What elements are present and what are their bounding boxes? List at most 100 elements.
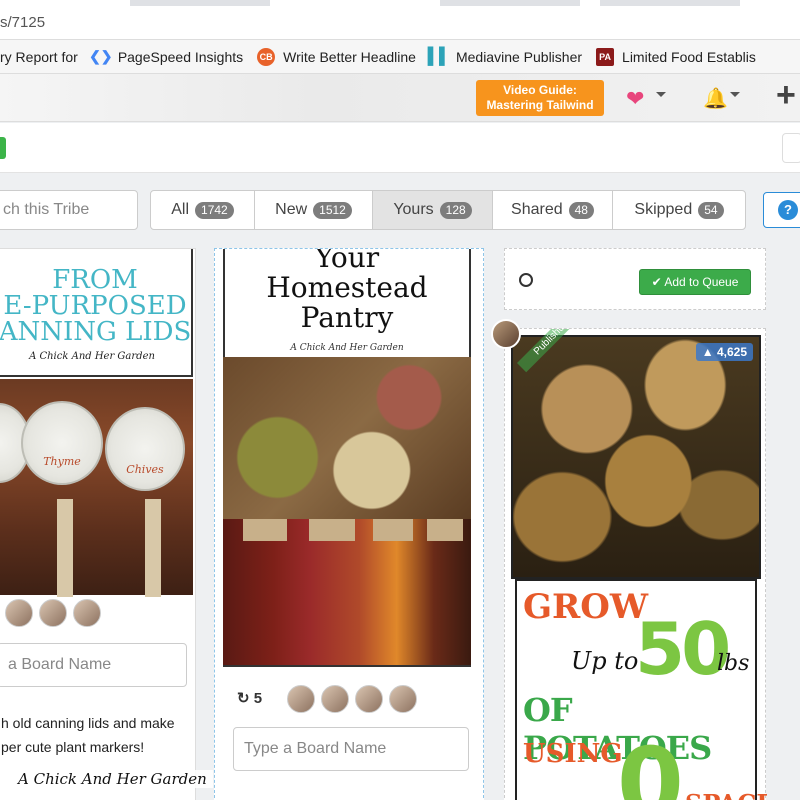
- green-button-edge[interactable]: [0, 137, 6, 159]
- pin-text-space: SPACE: [685, 789, 767, 800]
- count-badge: 48: [568, 201, 594, 219]
- pin-title-line: ANNING LIDS: [0, 317, 192, 347]
- pin-title-graphic: Your Homestead Pantry A Chick And Her Ga…: [223, 249, 471, 357]
- bookmark-label: PageSpeed Insights: [117, 48, 244, 65]
- video-guide-button[interactable]: Video Guide: Mastering Tailwind: [476, 80, 604, 116]
- pin-title-line: Homestead: [266, 271, 428, 304]
- avatar[interactable]: [287, 685, 315, 713]
- pin-text-using: USING: [523, 739, 623, 769]
- tab-label: All: [171, 201, 190, 218]
- pin-title-graphic: FROM E-PURPOSED ANNING LIDS A Chick And …: [0, 249, 193, 377]
- pin-card: Published ▲ 4,625 GROW Up to 50 lbs OF P…: [491, 319, 767, 800]
- count-badge: 1512: [313, 201, 352, 219]
- pin-card: Your Homestead Pantry A Chick And Her Ga…: [214, 248, 484, 800]
- pin-image[interactable]: Your Homestead Pantry A Chick And Her Ga…: [215, 249, 481, 669]
- heart-icon[interactable]: ❤: [626, 86, 644, 112]
- board-name-input[interactable]: Type a Board Name: [233, 727, 469, 771]
- sub-header: [0, 123, 800, 173]
- pinner-avatars: [287, 685, 423, 713]
- tab-label: Yours: [393, 201, 434, 218]
- tribe-search-input[interactable]: ch this Tribe: [0, 190, 138, 230]
- repin-count: ↻ 5: [237, 689, 262, 707]
- bookmark-label: Limited Food Establis: [622, 48, 756, 65]
- help-button[interactable]: ?: [763, 192, 800, 228]
- tab-yours[interactable]: Yours 128: [373, 191, 493, 229]
- bell-icon[interactable]: 🔔: [703, 86, 728, 111]
- avatar[interactable]: [73, 599, 101, 627]
- bookmark-item[interactable]: ry Report for: [0, 49, 78, 65]
- clock-icon[interactable]: [519, 273, 533, 287]
- marker-stick: [145, 499, 161, 597]
- browser-tab[interactable]: [130, 0, 270, 6]
- pin-text-zero: 0: [617, 727, 684, 800]
- canning-lid: Thyme: [21, 401, 103, 485]
- lid-word: Thyme: [43, 455, 81, 468]
- pin-credit: A Chick And Her Garden: [290, 343, 404, 353]
- lid-word: Chives: [126, 463, 164, 476]
- chevron-down-icon[interactable]: [730, 92, 740, 97]
- pin-text-lbs: lbs: [717, 651, 750, 676]
- video-guide-line2: Mastering Tailwind: [486, 98, 594, 112]
- tab-new[interactable]: New 1512: [255, 191, 373, 229]
- tab-label: Shared: [511, 201, 563, 218]
- avatar[interactable]: [321, 685, 349, 713]
- jar-lid: [309, 519, 355, 541]
- tab-all[interactable]: All 1742: [151, 191, 255, 229]
- cb-icon: CB: [257, 47, 276, 66]
- pinner-avatars: [5, 599, 107, 627]
- pin-text-fifty: 50: [635, 607, 731, 691]
- bookmark-item[interactable]: PA Limited Food Establis: [596, 47, 756, 66]
- pin-photo-beans: [223, 357, 471, 519]
- chevron-down-icon[interactable]: [656, 92, 666, 97]
- jar-lid: [373, 519, 413, 541]
- video-guide-line1: Video Guide:: [503, 83, 577, 97]
- tab-shared[interactable]: Shared 48: [493, 191, 613, 229]
- pin-image[interactable]: Published ▲ 4,625 GROW Up to 50 lbs OF P…: [505, 329, 767, 800]
- score-value: 4,625: [716, 345, 747, 359]
- plus-icon[interactable]: +: [776, 76, 796, 115]
- tab-skipped[interactable]: Skipped 54: [613, 191, 745, 229]
- pin-description: h old canning lids and make per cute pla…: [1, 711, 191, 759]
- filter-tabs: All 1742 New 1512 Yours 128 Shared 48 Sk…: [150, 190, 746, 230]
- avatar[interactable]: [355, 685, 383, 713]
- pin-card: FROM E-PURPOSED ANNING LIDS A Chick And …: [0, 248, 196, 800]
- add-to-queue-label: Add to Queue: [664, 275, 739, 289]
- tab-label: Skipped: [634, 201, 693, 218]
- bookmark-item[interactable]: ❮❯ PageSpeed Insights: [89, 48, 244, 66]
- check-icon: ✔: [651, 275, 662, 289]
- bookmark-item[interactable]: CB Write Better Headline: [257, 47, 416, 66]
- bookmark-label: ry Report for: [0, 48, 78, 65]
- marker-stick: [57, 499, 73, 597]
- bookmark-item[interactable]: ▌▌ Mediavine Publisher: [427, 47, 583, 66]
- url-text[interactable]: s/7125: [0, 14, 45, 31]
- count-badge: 128: [439, 201, 472, 219]
- add-to-queue-button[interactable]: ✔ Add to Queue: [639, 269, 751, 295]
- pa-icon: PA: [596, 47, 615, 66]
- count-badge: 54: [698, 201, 724, 219]
- site-watermark: A Chick And Her Garden: [12, 770, 213, 788]
- browser-tab[interactable]: [440, 0, 580, 6]
- bookmark-label: Mediavine Publisher: [455, 48, 583, 65]
- pin-actions: ✔ Add to Queue: [504, 248, 766, 310]
- avatar[interactable]: [491, 319, 521, 349]
- pin-photo: Published ▲ 4,625: [511, 329, 761, 579]
- avatar[interactable]: [39, 599, 67, 627]
- tab-label: New: [275, 201, 308, 218]
- browser-tab[interactable]: [600, 0, 740, 6]
- mediavine-icon: ▌▌: [427, 47, 451, 65]
- board-name-input[interactable]: a Board Name: [0, 643, 187, 687]
- pagespeed-icon: ❮❯: [89, 48, 113, 64]
- avatar[interactable]: [5, 599, 33, 627]
- count-badge: 1742: [195, 201, 234, 219]
- bookmarks-bar: ry Report for ❮❯ PageSpeed Insights CB W…: [0, 40, 800, 74]
- avatar[interactable]: [389, 685, 417, 713]
- repin-icon: ↻: [237, 690, 250, 707]
- engagement-score: ▲ 4,625: [695, 343, 753, 361]
- right-button-edge[interactable]: [782, 133, 800, 163]
- address-bar[interactable]: s/7125: [0, 0, 800, 40]
- published-ribbon: Published: [517, 329, 586, 373]
- pin-image[interactable]: FROM E-PURPOSED ANNING LIDS A Chick And …: [0, 249, 193, 597]
- pin-credit: A Chick And Her Garden: [29, 351, 155, 362]
- canning-lid: Chives: [105, 407, 185, 491]
- jar-lid: [427, 519, 463, 541]
